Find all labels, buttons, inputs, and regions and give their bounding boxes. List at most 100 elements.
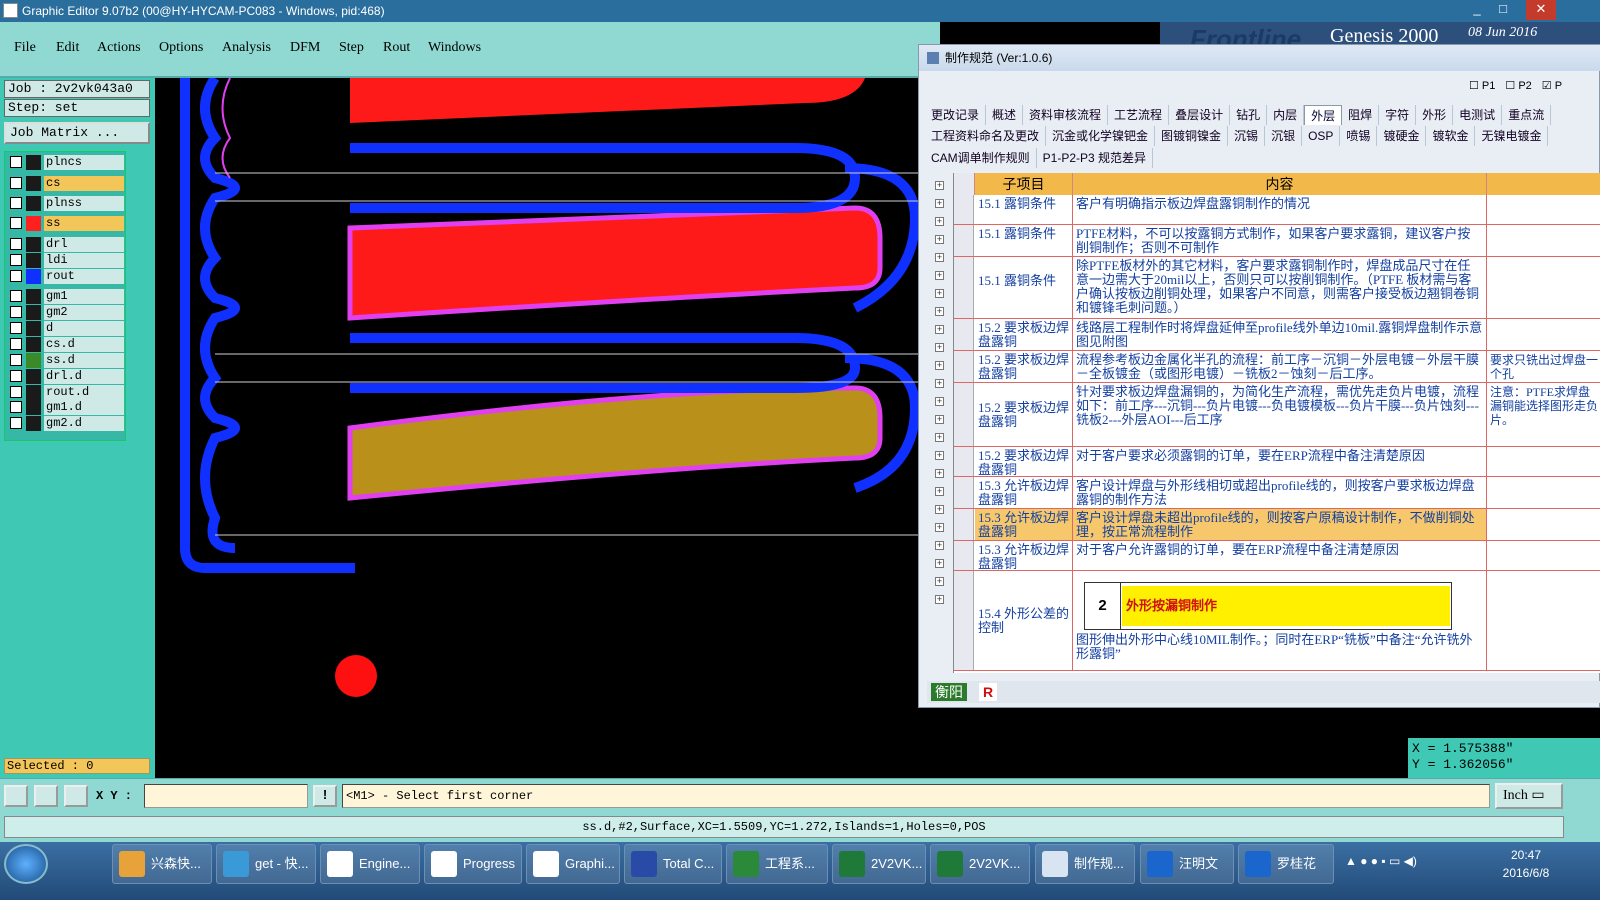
check-p[interactable]: ☑ P [1542,79,1562,92]
expand-icon[interactable]: + [935,397,944,406]
layer-row-gm1-d[interactable]: gm1.d [8,400,125,415]
expand-icon[interactable]: + [935,541,944,550]
table-row[interactable]: 15.2 要求板边焊盘露铜 针对要求板边焊盘漏铜的，为简化生产流程，需优先走负片电… [954,383,1600,447]
taskbar-item[interactable]: 罗桂花 [1238,844,1334,884]
tab-tabs_row1-6[interactable]: 内层 [1267,105,1305,125]
menu-actions[interactable]: Actions [97,40,141,56]
layer-checkbox[interactable] [10,417,22,429]
tab-tabs_row2-5[interactable]: OSP [1302,126,1341,146]
layer-checkbox[interactable] [10,306,22,318]
tab-tabs_row1-4[interactable]: 叠层设计 [1169,105,1231,125]
layer-checkbox[interactable] [10,156,22,168]
expand-icon[interactable]: + [935,577,944,586]
close-button[interactable]: ✕ [1526,0,1556,20]
table-row[interactable]: 15.3 允许板边焊盘露铜 客户设计焊盘未超出profile线的，则按客户原稿设计… [954,509,1600,541]
layer-checkbox[interactable] [10,370,22,382]
layer-row-rout[interactable]: rout [8,269,125,284]
layer-checkbox[interactable] [10,270,22,282]
expand-icon[interactable]: + [935,505,944,514]
tab-tabs_row1-12[interactable]: 重点流 [1502,105,1552,125]
table-row[interactable]: 15.1 露铜条件 除PTFE板材外的其它材料，客户要求露铜制作时，焊盘成品尺寸在… [954,257,1600,319]
layer-checkbox[interactable] [10,238,22,250]
layer-row-cs-d[interactable]: cs.d [8,337,125,352]
tray-icons[interactable]: ▲ ● ● ▪ ▭ ◀) [1345,854,1417,868]
taskbar-item[interactable]: 2V2VK... [832,844,926,884]
expand-icon[interactable]: + [935,307,944,316]
menu-file[interactable]: File [14,40,36,56]
taskbar-item[interactable]: 2V2VK... [930,844,1030,884]
taskbar-item[interactable]: get - 快... [216,844,316,884]
grid-tool-button[interactable] [64,785,88,807]
layer-row-ss-d[interactable]: ss.d [8,353,125,368]
expand-icon[interactable]: + [935,469,944,478]
tab-tabs_row3-0[interactable]: CAM调单制作规则 [925,148,1037,168]
tab-tabs_row2-2[interactable]: 图镀铜镍金 [1155,126,1229,146]
table-row[interactable]: 15.3 允许板边焊盘露铜 对于客户允许露铜的订单，要在ERP流程中备注清楚原因 [954,541,1600,571]
layer-checkbox[interactable] [10,354,22,366]
tab-tabs_row1-10[interactable]: 外形 [1416,105,1454,125]
tab-tabs_row1-2[interactable]: 资料审核流程 [1023,105,1109,125]
taskbar-item[interactable]: 兴森快... [112,844,212,884]
menu-edit[interactable]: Edit [56,40,79,56]
tab-tabs_row2-4[interactable]: 沉银 [1265,126,1303,146]
layer-row-drl-d[interactable]: drl.d [8,369,125,384]
tab-tabs_row1-3[interactable]: 工艺流程 [1108,105,1170,125]
expand-icon[interactable]: + [935,559,944,568]
minimize-button[interactable]: _ [1464,0,1490,20]
layer-checkbox[interactable] [10,386,22,398]
expand-icon[interactable]: + [935,361,944,370]
tab-tabs_row2-9[interactable]: 无镍电镀金 [1475,126,1549,146]
table-row[interactable]: 15.2 要求板边焊盘露铜 流程参考板边金属化半孔的流程：前工序－沉铜－外层电镀－… [954,351,1600,383]
layer-row-gm2[interactable]: gm2 [8,305,125,320]
menu-rout[interactable]: Rout [383,40,410,56]
expand-icon[interactable]: + [935,415,944,424]
layer-row-rout-d[interactable]: rout.d [8,385,125,400]
expand-icon[interactable]: + [935,523,944,532]
taskbar-item[interactable]: Progress [424,844,522,884]
taskbar-item[interactable]: Graphi... [526,844,620,884]
layer-row-ldi[interactable]: ldi [8,253,125,268]
layer-checkbox[interactable] [10,254,22,266]
unit-selector[interactable]: Inch ▭ [1495,783,1563,809]
check-p1[interactable]: ☐ P1 [1469,79,1495,92]
expand-icon[interactable]: + [935,271,944,280]
table-row[interactable]: 15.1 露铜条件 客户有明确指示板边焊盘露铜制作的情况 [954,195,1600,225]
expand-icon[interactable]: + [935,379,944,388]
table-row[interactable]: 15.2 要求板边焊盘露铜 线路层工程制作时将焊盘延伸至profile线外单边10… [954,319,1600,351]
table-row[interactable]: 15.3 允许板边焊盘露铜 客户设计焊盘与外形线相切或超出profile线的，则按… [954,477,1600,509]
layer-checkbox[interactable] [10,401,22,413]
layer-row-plnss[interactable]: plnss [8,196,125,211]
layer-row-gm1[interactable]: gm1 [8,289,125,304]
layer-row-drl[interactable]: drl [8,237,125,252]
taskbar-item[interactable]: 汪明文 [1140,844,1234,884]
graphic-canvas[interactable] [155,78,920,778]
tab-tabs_row1-8[interactable]: 阻焊 [1342,105,1380,125]
menu-analysis[interactable]: Analysis [222,40,271,56]
tab-tabs_row3-1[interactable]: P1-P2-P3 规范差异 [1037,148,1154,168]
layer-checkbox[interactable] [10,290,22,302]
tab-tabs_row1-0[interactable]: 更改记录 [925,105,987,125]
taskbar-item[interactable]: Total C... [624,844,722,884]
table-row[interactable]: 15.2 要求板边焊盘露铜 对于客户要求必须露铜的订单，要在ERP流程中备注清楚原… [954,447,1600,477]
menu-dfm[interactable]: DFM [290,40,320,56]
tab-tabs_row2-7[interactable]: 镀硬金 [1377,126,1427,146]
layer-row-plncs[interactable]: plncs [8,155,125,170]
job-matrix-button[interactable]: Job Matrix ... [4,122,150,144]
layer-row-ss[interactable]: ss [8,216,125,231]
xy-input[interactable] [144,784,308,808]
layer-checkbox[interactable] [10,217,22,229]
check-p2[interactable]: ☐ P2 [1505,79,1531,92]
snap-tool-button[interactable] [4,785,28,807]
layer-checkbox[interactable] [10,322,22,334]
tab-tabs_row2-0[interactable]: 工程资料命名及更改 [925,126,1047,146]
tab-tabs_row2-8[interactable]: 镀软金 [1426,126,1476,146]
tab-tabs_row2-6[interactable]: 喷锡 [1340,126,1378,146]
menu-step[interactable]: Step [339,40,364,56]
expand-icon[interactable]: + [935,433,944,442]
tab-tabs_row2-3[interactable]: 沉锡 [1228,126,1266,146]
expand-icon[interactable]: + [935,181,944,190]
layer-row-cs[interactable]: cs [8,176,125,191]
layer-checkbox[interactable] [10,197,22,209]
tab-tabs_row2-1[interactable]: 沉金或化学镍钯金 [1046,126,1156,146]
layer-row-gm2-d[interactable]: gm2.d [8,416,125,431]
